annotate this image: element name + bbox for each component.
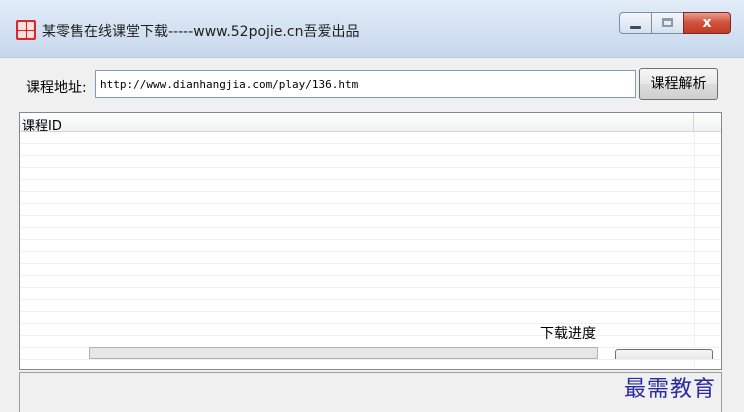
close-icon: x <box>702 15 712 31</box>
column-divider <box>694 132 695 369</box>
list-item[interactable] <box>20 228 721 240</box>
maximize-icon <box>662 18 673 27</box>
minimize-button[interactable] <box>619 12 651 34</box>
list-item[interactable] <box>20 180 721 192</box>
list-header: 课程ID <box>20 113 721 134</box>
app-icon <box>16 20 36 40</box>
title-bar[interactable]: 某零售在线课堂下载-----www.52pojie.cn吾爱出品 x <box>0 0 744 58</box>
list-item[interactable] <box>20 324 721 336</box>
parse-course-button[interactable]: 课程解析 <box>639 68 718 100</box>
window-title: 某零售在线课堂下载-----www.52pojie.cn吾爱出品 <box>42 24 360 40</box>
download-progress-bar <box>89 347 598 359</box>
list-item[interactable] <box>20 204 721 216</box>
list-item[interactable] <box>20 192 721 204</box>
list-item[interactable] <box>20 156 721 168</box>
download-button[interactable] <box>615 349 713 359</box>
watermark-text: 最需教育 <box>624 377 717 402</box>
url-label: 课程地址: <box>26 80 87 96</box>
download-panel <box>19 372 722 412</box>
list-item[interactable] <box>20 216 721 228</box>
progress-label: 下载进度 <box>540 326 596 342</box>
list-item[interactable] <box>20 300 721 312</box>
list-item[interactable] <box>20 288 721 300</box>
maximize-button[interactable] <box>651 12 683 34</box>
list-body[interactable] <box>20 132 721 369</box>
minimize-icon <box>630 26 641 29</box>
url-input[interactable]: http://www.dianhangjia.com/play/136.htm <box>95 70 636 98</box>
list-item[interactable] <box>20 264 721 276</box>
caption-buttons: x <box>619 12 731 34</box>
list-item[interactable] <box>20 312 721 324</box>
list-item[interactable] <box>20 252 721 264</box>
close-button[interactable]: x <box>683 12 731 34</box>
list-item[interactable] <box>20 132 721 144</box>
list-item[interactable] <box>20 240 721 252</box>
list-item[interactable] <box>20 168 721 180</box>
column-header-course-id[interactable]: 课程ID <box>20 113 694 134</box>
list-item[interactable] <box>20 144 721 156</box>
course-list[interactable]: 课程ID <box>19 112 722 370</box>
list-item[interactable] <box>20 276 721 288</box>
